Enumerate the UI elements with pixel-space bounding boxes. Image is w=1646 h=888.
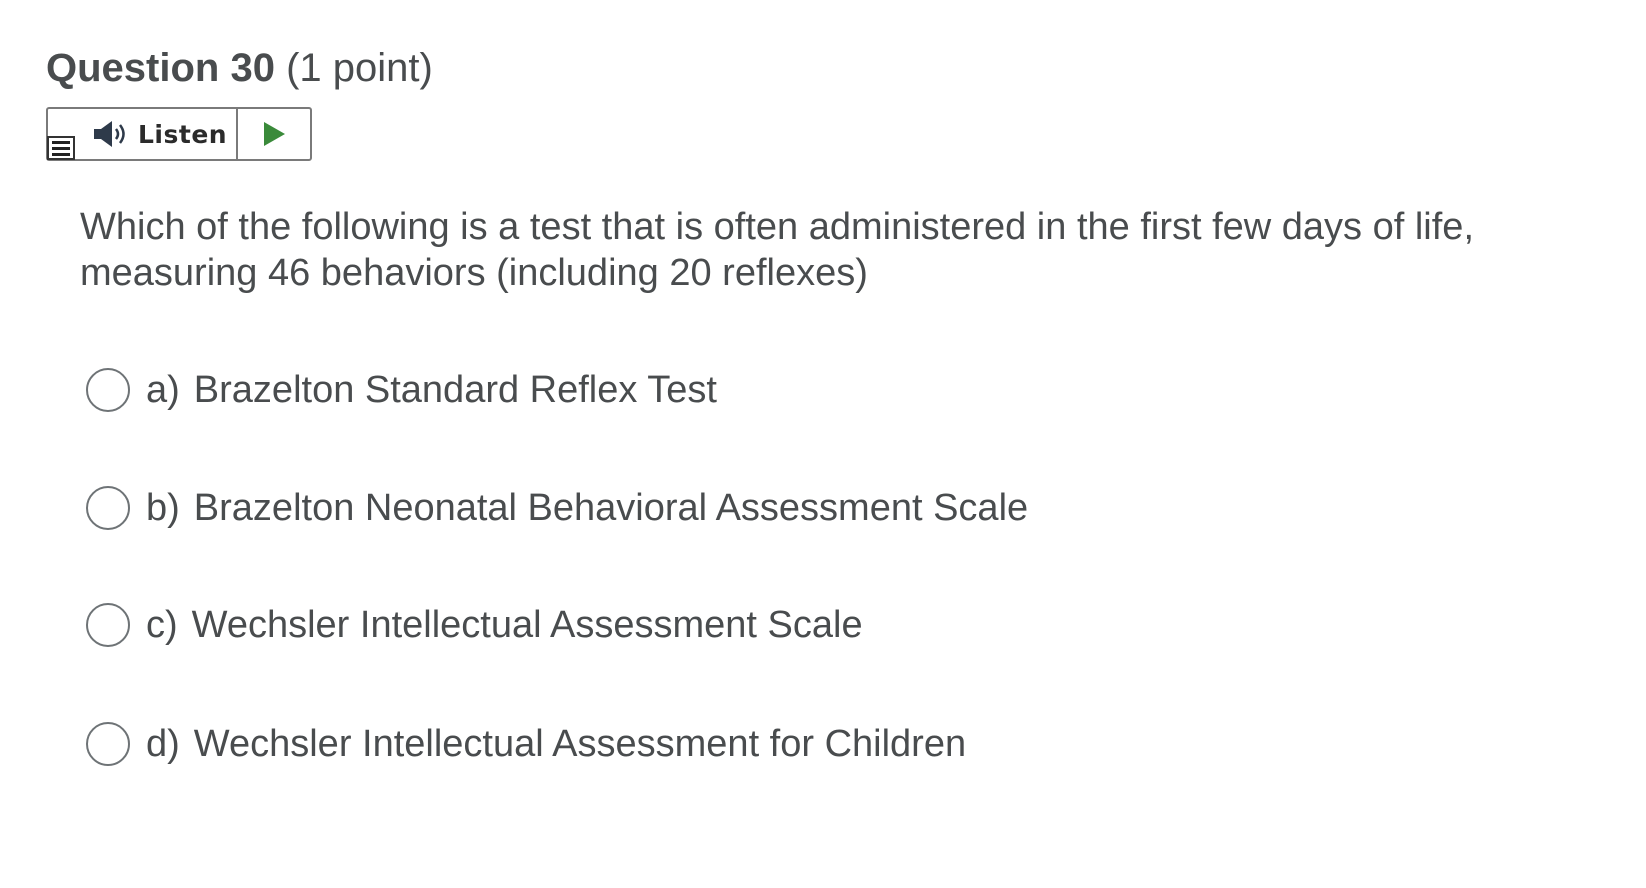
option-text: Brazelton Standard Reflex Test (193, 368, 717, 411)
question-title: Question 30 (46, 46, 275, 90)
menu-icon[interactable] (47, 136, 75, 160)
option-text: Brazelton Neonatal Behavioral Assessment… (193, 486, 1029, 529)
option-letter: d) (146, 722, 180, 765)
play-icon (264, 122, 285, 146)
radio-button[interactable] (86, 486, 130, 530)
question-text: Which of the following is a test that is… (80, 206, 1474, 294)
speaker-icon (94, 121, 125, 147)
listen-label: Listen (138, 119, 228, 149)
radio-button[interactable] (86, 603, 130, 647)
option-letter: b) (146, 486, 180, 529)
option-c[interactable]: c) Wechsler Intellectual Assessment Scal… (86, 603, 863, 647)
radio-button[interactable] (86, 722, 130, 766)
option-letter: a) (146, 368, 180, 411)
option-d[interactable]: d) Wechsler Intellectual Assessment for … (86, 722, 966, 766)
play-button[interactable] (238, 109, 310, 159)
radio-button[interactable] (86, 368, 130, 412)
option-text: Wechsler Intellectual Assessment for Chi… (193, 722, 967, 765)
listen-widget: Listen (46, 107, 312, 161)
option-b[interactable]: b) Brazelton Neonatal Behavioral Assessm… (86, 486, 1028, 530)
question-header: Question 30 (1 point) (46, 40, 433, 96)
option-letter: c) (146, 603, 178, 646)
listen-button[interactable]: Listen (48, 109, 238, 159)
option-text: Wechsler Intellectual Assessment Scale (191, 603, 863, 646)
question-points: (1 point) (286, 46, 433, 90)
option-a[interactable]: a) Brazelton Standard Reflex Test (86, 368, 717, 412)
